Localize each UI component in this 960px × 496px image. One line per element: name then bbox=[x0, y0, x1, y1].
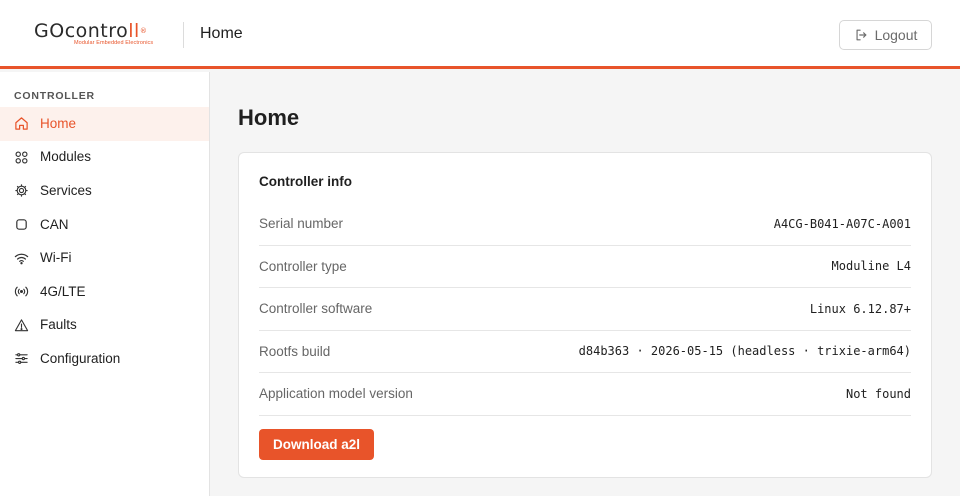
gocontroll-logo: GOcontroll® Modular Embedded Electronics bbox=[34, 20, 174, 50]
main-content: Home Controller info Serial number A4CG-… bbox=[210, 72, 960, 496]
info-label: Application model version bbox=[259, 386, 413, 402]
info-label: Serial number bbox=[259, 216, 344, 232]
info-value: Linux 6.12.87+ bbox=[809, 301, 911, 316]
top-header: GOcontroll® Modular Embedded Electronics… bbox=[0, 0, 960, 69]
info-row-controller-type: Controller type Moduline L4 bbox=[259, 246, 911, 288]
sidebar-heading: CONTROLLER bbox=[14, 90, 95, 102]
grid-icon bbox=[15, 151, 28, 164]
home-icon bbox=[15, 117, 28, 131]
warning-icon bbox=[14, 319, 29, 332]
download-a2l-button[interactable]: Download a2l bbox=[259, 429, 374, 460]
sidebar-item-label: Configuration bbox=[40, 350, 121, 366]
info-value: d84b363 · 2026-05-15 (headless · trixie-… bbox=[578, 344, 911, 359]
info-row-application-model-version: Application model version Not found bbox=[259, 373, 911, 416]
sidebar-item-label: 4G/LTE bbox=[40, 283, 86, 299]
info-label: Rootfs build bbox=[259, 343, 331, 359]
info-value: Not found bbox=[845, 386, 911, 401]
header-divider bbox=[183, 22, 184, 48]
info-row-controller-software: Controller software Linux 6.12.87+ bbox=[259, 288, 911, 331]
sidebar-item-label: CAN bbox=[40, 216, 69, 232]
logout-label: Logout bbox=[874, 27, 918, 43]
sidebar-item-can[interactable]: CAN bbox=[0, 208, 209, 242]
gear-icon bbox=[15, 184, 28, 198]
sidebar: CONTROLLER Home Modules Services CAN Wi-… bbox=[0, 72, 210, 496]
sidebar-item-faults[interactable]: Faults bbox=[0, 309, 209, 343]
controller-info-table: Serial number A4CG-B041-A07C-A001 Contro… bbox=[259, 203, 911, 416]
header-title: Home bbox=[200, 25, 243, 42]
sidebar-item-services[interactable]: Services bbox=[0, 174, 209, 208]
info-row-rootfs-build: Rootfs build d84b363 · 2026-05-15 (headl… bbox=[259, 331, 911, 373]
card-title: Controller info bbox=[259, 174, 352, 189]
sidebar-item-label: Services bbox=[40, 182, 92, 198]
info-value: A4CG-B041-A07C-A001 bbox=[773, 216, 911, 231]
sidebar-nav: Home Modules Services CAN Wi-Fi 4G/LTE F… bbox=[0, 107, 209, 376]
sidebar-item-label: Home bbox=[40, 115, 77, 131]
sidebar-item-modules[interactable]: Modules bbox=[0, 141, 209, 175]
sidebar-item-home[interactable]: Home bbox=[0, 107, 209, 141]
wifi-icon bbox=[14, 253, 29, 265]
sidebar-item-configuration[interactable]: Configuration bbox=[0, 342, 209, 376]
controller-info-card: Controller info Serial number A4CG-B041-… bbox=[238, 152, 932, 478]
sidebar-item-label: Wi-Fi bbox=[40, 250, 72, 266]
info-label: Controller software bbox=[259, 301, 373, 317]
logout-button[interactable]: Logout bbox=[839, 20, 932, 50]
info-row-serial-number: Serial number A4CG-B041-A07C-A001 bbox=[259, 203, 911, 246]
logo-wordmark: GOcontroll® bbox=[34, 20, 148, 42]
sidebar-item-label: Modules bbox=[40, 149, 92, 165]
sidebar-item-wifi[interactable]: Wi-Fi bbox=[0, 241, 209, 275]
info-value: Moduline L4 bbox=[831, 259, 911, 274]
logout-icon bbox=[856, 29, 866, 41]
sidebar-item-label: Faults bbox=[40, 317, 77, 333]
signal-icon bbox=[14, 286, 29, 297]
sidebar-item-4g-lte[interactable]: 4G/LTE bbox=[0, 275, 209, 309]
info-label: Controller type bbox=[259, 258, 347, 274]
page-title: Home bbox=[238, 105, 300, 130]
logo-tagline: Modular Embedded Electronics bbox=[74, 40, 154, 46]
chip-icon bbox=[16, 219, 27, 230]
sliders-icon bbox=[15, 353, 28, 365]
